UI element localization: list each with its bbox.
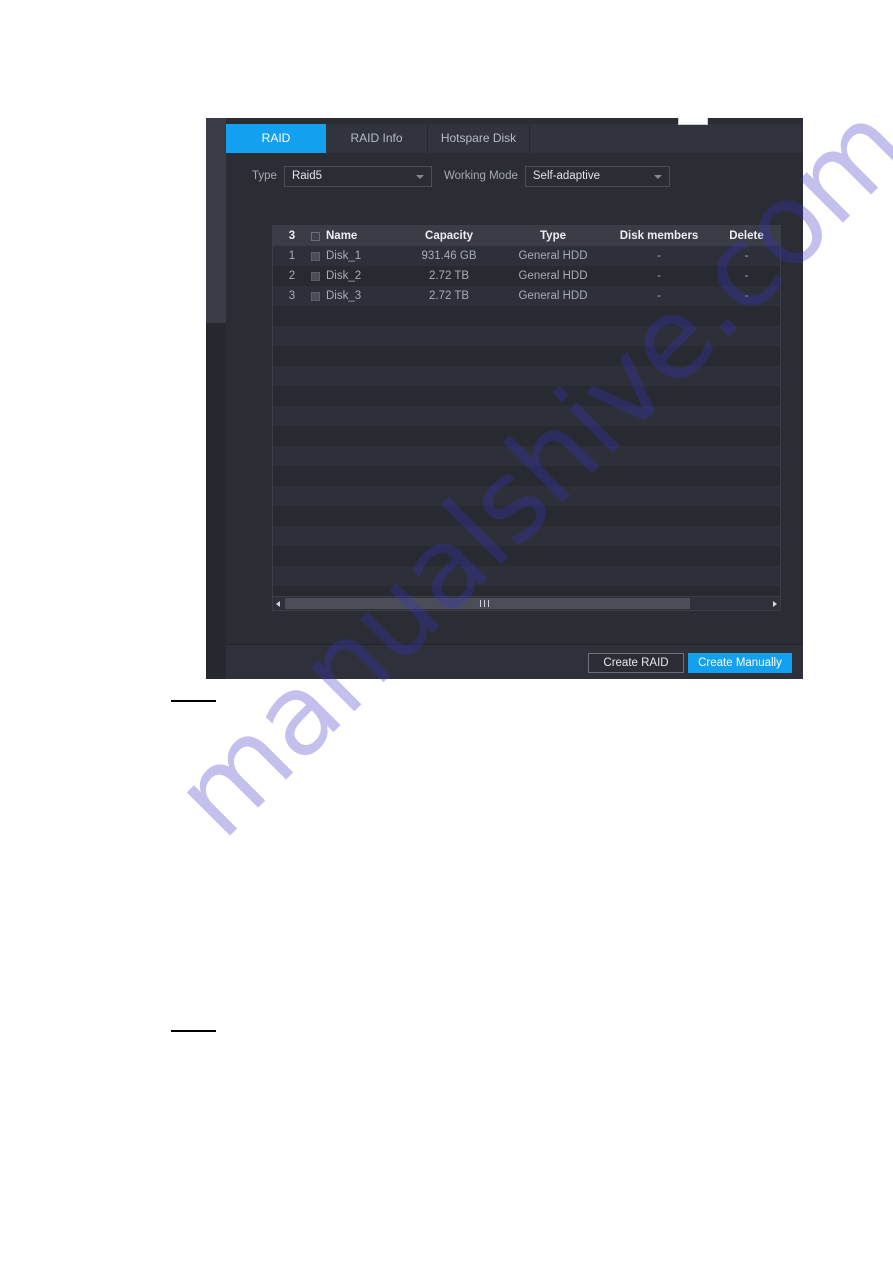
dialog-footer: Create RAID Create Manually: [226, 644, 803, 679]
row-delete[interactable]: -: [713, 246, 780, 266]
row-checkbox[interactable]: [311, 251, 320, 261]
chevron-down-icon: [653, 175, 662, 179]
type-label: Type: [252, 170, 277, 182]
table-empty-row: [273, 426, 780, 446]
working-mode-dropdown-value: Self-adaptive: [532, 170, 600, 182]
chevron-down-icon: [415, 175, 424, 179]
tab-raid-info[interactable]: RAID Info: [326, 124, 428, 153]
caption-rule-top: [171, 700, 216, 702]
table-empty-rows: [273, 306, 780, 606]
row-name-cell: Disk_2: [311, 266, 397, 286]
header-name-cell: Name: [311, 226, 397, 246]
raid-dialog: RAID RAID Info Hotspare Disk Type Raid5 …: [206, 118, 803, 679]
raid-controls-row: Type Raid5 Working Mode Self-adaptive: [252, 165, 670, 187]
dialog-content: Type Raid5 Working Mode Self-adaptive 3: [226, 153, 803, 644]
tab-hotspare-disk[interactable]: Hotspare Disk: [428, 124, 530, 153]
scroll-left-arrow-icon[interactable]: [273, 597, 285, 610]
sidebar-strip[interactable]: [206, 118, 227, 679]
table-empty-row: [273, 366, 780, 386]
header-delete: Delete: [729, 230, 764, 242]
table-row[interactable]: 1 Disk_1 931.46 GB General HDD - -: [273, 246, 780, 266]
tab-bar: RAID RAID Info Hotspare Disk: [226, 124, 803, 154]
row-index: 2: [288, 270, 296, 282]
scrollbar-track[interactable]: [285, 598, 768, 609]
row-name-label: Disk_1: [326, 250, 362, 262]
row-checkbox[interactable]: [311, 291, 320, 301]
row-name-label: Disk_2: [326, 270, 362, 282]
header-disk-members: Disk members: [619, 230, 699, 242]
header-capacity: Capacity: [425, 230, 473, 242]
row-name-label: Disk_3: [326, 290, 362, 302]
scrollbar-thumb[interactable]: [285, 598, 690, 609]
type-dropdown-value: Raid5: [291, 170, 322, 182]
type-dropdown[interactable]: Raid5: [283, 165, 432, 187]
table-empty-row: [273, 386, 780, 406]
row-type: General HDD: [518, 250, 588, 262]
sidebar-item-active[interactable]: [206, 323, 226, 350]
working-mode-dropdown[interactable]: Self-adaptive: [524, 165, 670, 187]
row-name-cell: Disk_3: [311, 286, 397, 306]
window-control-button[interactable]: [678, 118, 708, 125]
dialog-panel: RAID RAID Info Hotspare Disk Type Raid5 …: [226, 118, 803, 679]
table-empty-row: [273, 486, 780, 506]
row-delete[interactable]: -: [713, 286, 780, 306]
table-empty-row: [273, 506, 780, 526]
row-disk-members: -: [657, 290, 661, 302]
tab-raid[interactable]: RAID: [226, 124, 326, 153]
row-name-cell: Disk_1: [311, 246, 397, 266]
working-mode-label: Working Mode: [443, 170, 518, 182]
tab-bar-filler: [530, 124, 803, 153]
table-row[interactable]: 2 Disk_2 2.72 TB General HDD - -: [273, 266, 780, 286]
table-row[interactable]: 3 Disk_3 2.72 TB General HDD - -: [273, 286, 780, 306]
header-count: 3: [288, 230, 296, 242]
row-type: General HDD: [518, 290, 588, 302]
row-capacity: 2.72 TB: [428, 270, 470, 282]
scrollbar-grip-icon: [480, 600, 489, 607]
sidebar-item-lower[interactable]: [206, 350, 226, 679]
row-type: General HDD: [518, 270, 588, 282]
row-capacity: 2.72 TB: [428, 290, 470, 302]
table-body: 1 Disk_1 931.46 GB General HDD - -2 Disk_2 2.72…: [273, 246, 780, 306]
disk-table: 3 Name Capacity Type Disk members Delete…: [272, 225, 781, 611]
horizontal-scrollbar[interactable]: [273, 596, 780, 610]
scroll-right-arrow-icon[interactable]: [768, 597, 780, 610]
create-raid-button[interactable]: Create RAID: [588, 653, 684, 673]
row-delete[interactable]: -: [713, 266, 780, 286]
table-header-row: 3 Name Capacity Type Disk members Delete: [273, 226, 780, 246]
table-empty-row: [273, 306, 780, 326]
row-index: 3: [288, 290, 296, 302]
table-empty-row: [273, 546, 780, 566]
row-index: 1: [288, 250, 296, 262]
table-empty-row: [273, 346, 780, 366]
select-all-checkbox[interactable]: [311, 231, 320, 241]
table-empty-row: [273, 446, 780, 466]
table-empty-row: [273, 566, 780, 586]
table-empty-row: [273, 326, 780, 346]
row-disk-members: -: [657, 270, 661, 282]
header-name-label: Name: [326, 230, 358, 242]
table-empty-row: [273, 526, 780, 546]
row-checkbox[interactable]: [311, 271, 320, 281]
table-empty-row: [273, 466, 780, 486]
caption-rule-bottom: [171, 1030, 216, 1032]
table-empty-row: [273, 406, 780, 426]
row-capacity: 931.46 GB: [421, 250, 477, 262]
create-manually-button[interactable]: Create Manually: [688, 653, 792, 673]
header-type: Type: [540, 230, 566, 242]
row-disk-members: -: [657, 250, 661, 262]
